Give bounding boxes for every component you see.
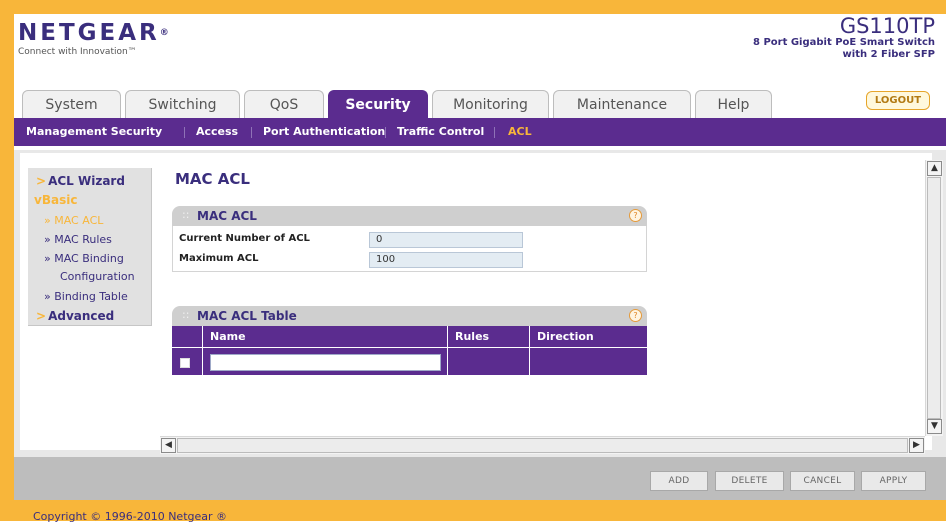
leftnav-advanced-label: Advanced xyxy=(48,309,115,323)
submenu-bullet-icon: » xyxy=(44,233,51,246)
leftnav-mac-acl-label: MAC ACL xyxy=(54,214,104,227)
mac-acl-table-header: :: MAC ACL Table ? xyxy=(172,306,647,326)
vertical-scrollbar[interactable]: ▲ ▼ xyxy=(925,160,943,436)
cancel-button[interactable]: CANCEL xyxy=(790,471,855,491)
table-header-row: Name Rules Direction xyxy=(172,326,647,347)
help-icon[interactable]: ? xyxy=(629,309,642,322)
tab-maintenance[interactable]: Maintenance xyxy=(553,90,691,118)
content-area xyxy=(14,150,946,457)
submenu-bullet-icon: » xyxy=(44,252,51,265)
leftnav-mac-rules[interactable]: » MAC Rules xyxy=(44,233,112,246)
column-divider xyxy=(202,326,203,347)
column-name: Name xyxy=(210,330,246,343)
product-info: GS110TP 8 Port Gigabit PoE Smart Switch … xyxy=(735,15,935,61)
scroll-right-icon[interactable]: ▶ xyxy=(909,438,924,453)
maximum-acl-value: 100 xyxy=(369,252,523,268)
submenu-bullet-icon: » xyxy=(44,214,51,227)
vertical-scroll-thumb[interactable] xyxy=(927,177,941,419)
add-button[interactable]: ADD xyxy=(650,471,708,491)
tab-help[interactable]: Help xyxy=(695,90,772,118)
column-direction: Direction xyxy=(537,330,594,343)
leftnav-mac-rules-label: MAC Rules xyxy=(54,233,112,246)
subnav-divider xyxy=(184,127,185,138)
collapsed-marker-icon: > xyxy=(36,309,47,323)
drag-grip-icon: :: xyxy=(182,308,190,321)
content-panel xyxy=(20,153,932,450)
action-button-bar: ADD DELETE CANCEL APPLY xyxy=(14,457,946,500)
product-model: GS110TP xyxy=(839,14,935,38)
leftnav-acl-wizard[interactable]: > ACL Wizard xyxy=(36,174,125,188)
subnav-access[interactable]: Access xyxy=(196,118,238,146)
maximum-acl-label: Maximum ACL xyxy=(179,253,259,264)
logo-text: NETGEAR® xyxy=(18,20,169,46)
subnav-divider xyxy=(385,127,386,138)
leftnav-mac-acl[interactable]: » MAC ACL xyxy=(44,214,103,227)
tab-security[interactable]: Security xyxy=(328,90,428,119)
scroll-left-icon[interactable]: ◀ xyxy=(161,438,176,453)
logo-tagline: Connect with Innovation™ xyxy=(18,47,137,57)
row-select-checkbox[interactable] xyxy=(180,358,190,368)
column-divider xyxy=(447,326,448,347)
current-acl-row: Current Number of ACL 0 xyxy=(173,229,646,249)
apply-button[interactable]: APPLY xyxy=(861,471,926,491)
column-rules: Rules xyxy=(455,330,490,343)
leftnav-advanced[interactable]: > Advanced xyxy=(36,309,114,323)
mac-acl-panel-header: :: MAC ACL ? xyxy=(172,206,647,226)
tab-system[interactable]: System xyxy=(22,90,121,118)
delete-button[interactable]: DELETE xyxy=(715,471,784,491)
mac-acl-panel-body: Current Number of ACL 0 Maximum ACL 100 xyxy=(172,226,647,272)
table-row xyxy=(172,347,647,375)
column-divider xyxy=(202,348,203,375)
tab-switching[interactable]: Switching xyxy=(125,90,240,118)
leftnav-mac-binding-configuration[interactable]: Configuration xyxy=(60,270,135,283)
mac-acl-table-panel: :: MAC ACL Table ? Name Rules Direction xyxy=(172,306,647,375)
column-divider xyxy=(529,348,530,375)
subnav-divider xyxy=(251,127,252,138)
horizontal-scrollbar[interactable]: ◀ ▶ xyxy=(160,436,925,454)
leftnav-acl-wizard-label: ACL Wizard xyxy=(48,174,125,188)
leftnav-basic[interactable]: vBasic xyxy=(34,193,77,207)
column-divider xyxy=(447,348,448,375)
scroll-down-icon[interactable]: ▼ xyxy=(927,419,942,434)
leftnav-binding-table-label: Binding Table xyxy=(54,290,128,303)
subnav-management-security[interactable]: Management Security xyxy=(26,118,162,146)
maximum-acl-row: Maximum ACL 100 xyxy=(173,249,646,269)
leftnav-mac-binding-label: MAC Binding xyxy=(54,252,124,265)
current-acl-label: Current Number of ACL xyxy=(179,233,310,244)
product-description: 8 Port Gigabit PoE Smart Switch with 2 F… xyxy=(753,37,935,60)
acl-name-input[interactable] xyxy=(210,354,441,371)
tab-monitoring[interactable]: Monitoring xyxy=(432,90,549,118)
mac-acl-table-title: MAC ACL Table xyxy=(197,309,297,323)
subnav-acl[interactable]: ACL xyxy=(508,118,532,146)
drag-grip-icon: :: xyxy=(182,208,190,221)
horizontal-scroll-thumb[interactable] xyxy=(177,438,908,453)
sub-navigation: Management Security Access Port Authenti… xyxy=(14,118,946,146)
help-icon[interactable]: ? xyxy=(629,209,642,222)
leftnav-binding-table[interactable]: » Binding Table xyxy=(44,290,128,303)
collapsed-marker-icon: > xyxy=(36,174,47,188)
current-acl-value: 0 xyxy=(369,232,523,248)
column-divider xyxy=(529,326,530,347)
leftnav-mac-binding[interactable]: » MAC Binding xyxy=(44,252,124,265)
leftnav-basic-label: Basic xyxy=(41,193,78,207)
scroll-up-icon[interactable]: ▲ xyxy=(927,161,942,176)
mac-acl-panel: :: MAC ACL ? Current Number of ACL 0 Max… xyxy=(172,206,647,272)
page-title: MAC ACL xyxy=(175,170,250,188)
logout-button[interactable]: LOGOUT xyxy=(866,91,930,110)
tab-qos[interactable]: QoS xyxy=(244,90,324,118)
expanded-marker-icon: v xyxy=(34,193,42,207)
subnav-divider xyxy=(494,127,495,138)
submenu-bullet-icon: » xyxy=(44,290,51,303)
subnav-traffic-control[interactable]: Traffic Control xyxy=(397,118,484,146)
subnav-port-authentication[interactable]: Port Authentication xyxy=(263,118,385,146)
netgear-logo: NETGEAR® Connect with Innovation™ xyxy=(18,20,169,58)
copyright-text: Copyright © 1996-2010 Netgear ® xyxy=(33,510,228,523)
mac-acl-panel-title: MAC ACL xyxy=(197,209,257,223)
